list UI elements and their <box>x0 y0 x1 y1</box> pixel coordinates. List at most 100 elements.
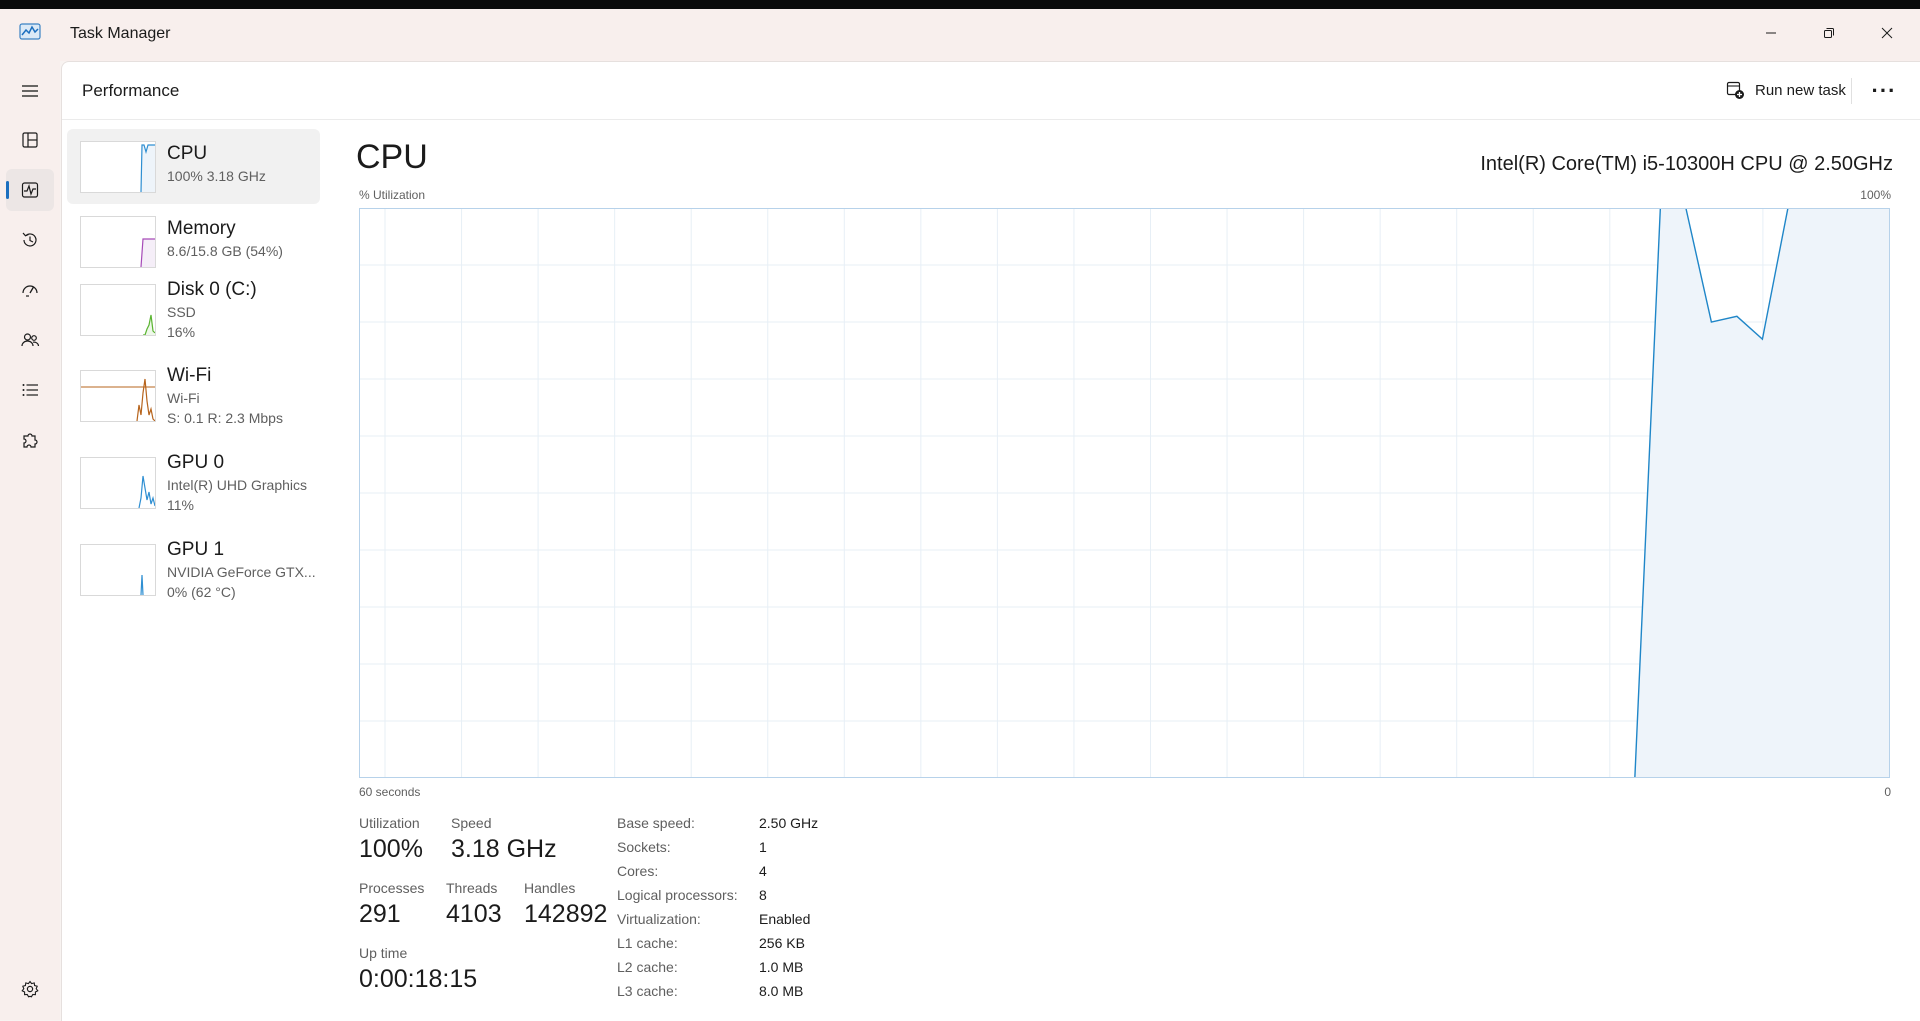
spec-value: 256 KB <box>759 935 805 951</box>
device-name: Memory <box>167 218 236 239</box>
spec-value: 1.0 MB <box>759 959 804 975</box>
run-new-task-button[interactable]: Run new task <box>1717 73 1854 107</box>
nav-services[interactable] <box>6 419 54 461</box>
more-options-button[interactable]: ··· <box>1867 75 1901 107</box>
cpu-model-name: Intel(R) Core(TM) i5-10300H CPU @ 2.50GH… <box>1480 153 1893 175</box>
spec-label: L1 cache: <box>617 935 678 951</box>
services-puzzle-icon <box>23 433 38 448</box>
restore-button[interactable] <box>1800 11 1858 55</box>
speed-value: 3.18 GHz <box>451 835 557 863</box>
nav-processes[interactable] <box>6 119 54 161</box>
device-memory[interactable]: Memory 8.6/15.8 GB (54%) <box>67 204 320 279</box>
spec-label: Virtualization: <box>617 911 701 927</box>
spec-value: 1 <box>759 839 767 855</box>
device-detail: NVIDIA GeForce GTX... <box>167 564 316 580</box>
memory-mini-graph <box>80 216 156 268</box>
speed-label: Speed <box>451 815 492 831</box>
window-title: Task Manager <box>70 25 171 42</box>
spec-label: L3 cache: <box>617 983 678 999</box>
page-header: Performance Run new task ··· <box>62 62 1920 120</box>
spec-value: 8.0 MB <box>759 983 804 999</box>
device-detail-secondary: 11% <box>167 497 194 513</box>
nav-settings[interactable] <box>6 968 54 1010</box>
spec-value: Enabled <box>759 911 811 927</box>
device-detail: Wi-Fi <box>167 390 200 406</box>
nav-startup-apps[interactable] <box>6 269 54 311</box>
graph-y-label: % Utilization <box>359 188 426 202</box>
page-title: Performance <box>82 81 180 100</box>
spec-label: Cores: <box>617 863 659 879</box>
nav-performance[interactable] <box>6 169 54 211</box>
run-new-task-icon <box>1726 81 1744 99</box>
device-name: GPU 0 <box>167 452 225 473</box>
graph-x-label: 60 seconds <box>359 785 421 799</box>
screen-top-strip <box>0 0 1920 9</box>
startup-apps-icon <box>22 285 38 297</box>
spec-value: 8 <box>759 887 767 903</box>
gpu0-sparkline <box>138 475 155 508</box>
device-detail: 100% 3.18 GHz <box>167 168 266 184</box>
spec-label: L2 cache: <box>617 959 678 975</box>
device-name: GPU 1 <box>167 539 225 560</box>
utilization-label: Utilization <box>359 815 420 831</box>
spec-value: 4 <box>759 863 767 879</box>
gpu0-mini-graph <box>80 457 156 509</box>
device-detail-secondary: S: 0.1 R: 2.3 Mbps <box>167 410 283 426</box>
disk-mini-graph <box>80 284 156 336</box>
performance-icon <box>21 182 39 198</box>
disk-sparkline <box>143 314 155 335</box>
device-gpu0[interactable]: GPU 0 Intel(R) UHD Graphics 11% <box>67 452 320 539</box>
cpu-mini-graph <box>80 141 156 193</box>
device-wifi[interactable]: Wi-Fi Wi-Fi S: 0.1 R: 2.3 Mbps <box>67 365 320 452</box>
graph-x-min-label: 0 <box>1884 785 1891 799</box>
device-gpu1[interactable]: GPU 1 NVIDIA GeForce GTX... 0% (62 °C) <box>67 539 320 609</box>
processes-label: Processes <box>359 880 425 896</box>
header-divider <box>1851 78 1852 104</box>
device-name: Disk 0 (C:) <box>167 279 257 300</box>
threads-label: Threads <box>446 880 498 896</box>
graph-y-max-label: 100% <box>1860 188 1891 202</box>
spec-label: Base speed: <box>617 815 695 831</box>
device-detail: 8.6/15.8 GB (54%) <box>167 243 283 259</box>
close-button[interactable] <box>1858 11 1916 55</box>
processes-icon <box>22 132 38 148</box>
device-list: CPU 100% 3.18 GHz Memory 8.6/15.8 GB (54… <box>67 129 322 609</box>
uptime-value: 0:00:18:15 <box>359 965 478 993</box>
users-icon <box>21 333 40 347</box>
close-icon <box>1881 27 1893 39</box>
cpu-sparkline <box>140 144 155 192</box>
nav-menu-button[interactable] <box>6 70 54 112</box>
main-content: Performance Run new task ··· CPU 1 00% 3.… <box>61 61 1920 1021</box>
threads-value: 4103 <box>446 900 502 928</box>
uptime-label: Up time <box>359 945 408 961</box>
spec-value: 2.50 GHz <box>759 815 819 831</box>
device-disk0[interactable]: Disk 0 (C:) SSD 16% <box>67 279 320 365</box>
device-detail-secondary: 16% <box>167 324 196 340</box>
nav-users[interactable] <box>6 319 54 361</box>
navigation-rail <box>0 61 60 1020</box>
active-nav-indicator <box>6 181 9 199</box>
restore-icon <box>1824 28 1834 38</box>
gpu1-mini-graph <box>80 544 156 596</box>
device-detail-secondary: 0% (62 °C) <box>167 584 236 600</box>
memory-sparkline <box>140 238 155 267</box>
device-detail: Intel(R) UHD Graphics <box>167 477 308 493</box>
cpu-heading: CPU <box>356 138 428 176</box>
hamburger-menu-icon <box>22 85 38 97</box>
utilization-value: 100% <box>359 835 423 863</box>
device-cpu[interactable]: CPU 100% 3.18 GHz <box>67 129 320 204</box>
cpu-utilization-graph <box>359 208 1890 778</box>
wifi-sparkline <box>81 378 155 421</box>
task-manager-app-icon <box>19 21 41 43</box>
minimize-icon <box>1766 32 1776 34</box>
device-detail: SSD <box>167 304 196 320</box>
spec-label: Logical processors: <box>617 887 738 903</box>
app-history-icon <box>22 232 37 247</box>
handles-label: Handles <box>524 880 576 896</box>
minimize-button[interactable] <box>1742 11 1800 55</box>
spec-label: Sockets: <box>617 839 671 855</box>
nav-app-history[interactable] <box>6 219 54 261</box>
title-bar: Task Manager <box>0 9 1920 61</box>
nav-details[interactable] <box>6 369 54 411</box>
wifi-mini-graph <box>80 370 156 422</box>
